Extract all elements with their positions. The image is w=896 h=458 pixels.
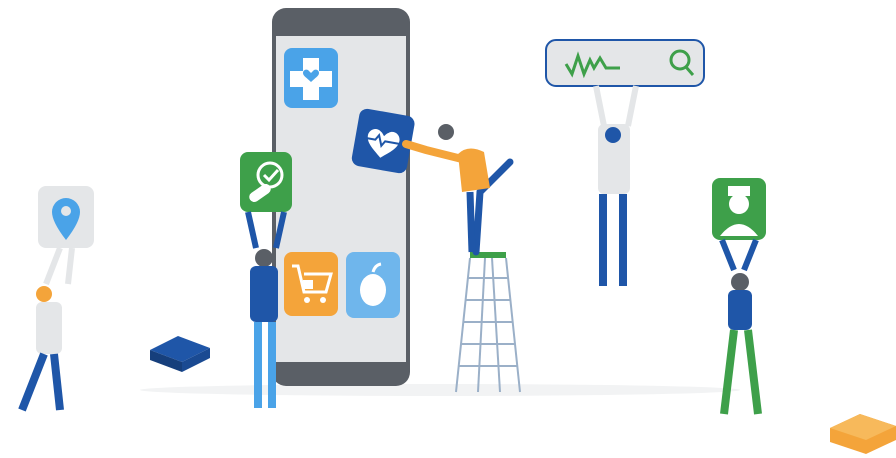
person-holding-location	[18, 246, 75, 412]
person-holding-doctor	[719, 238, 762, 415]
ladder	[455, 252, 521, 393]
location-pin-icon	[38, 186, 94, 248]
heartbeat-search-icon	[545, 39, 705, 87]
person-holding-search	[593, 85, 639, 286]
person-on-ladder	[402, 124, 514, 256]
ground-shadow	[140, 384, 740, 396]
apple-icon	[346, 252, 400, 318]
healthcare-apps-illustration	[18, 8, 896, 454]
shopping-cart-icon	[284, 252, 338, 316]
blue-block	[150, 336, 210, 372]
medical-cross-heart-icon	[284, 48, 338, 108]
pill-checkmark-icon	[240, 152, 292, 212]
doctor-avatar-icon	[712, 178, 766, 240]
orange-block	[830, 414, 896, 454]
